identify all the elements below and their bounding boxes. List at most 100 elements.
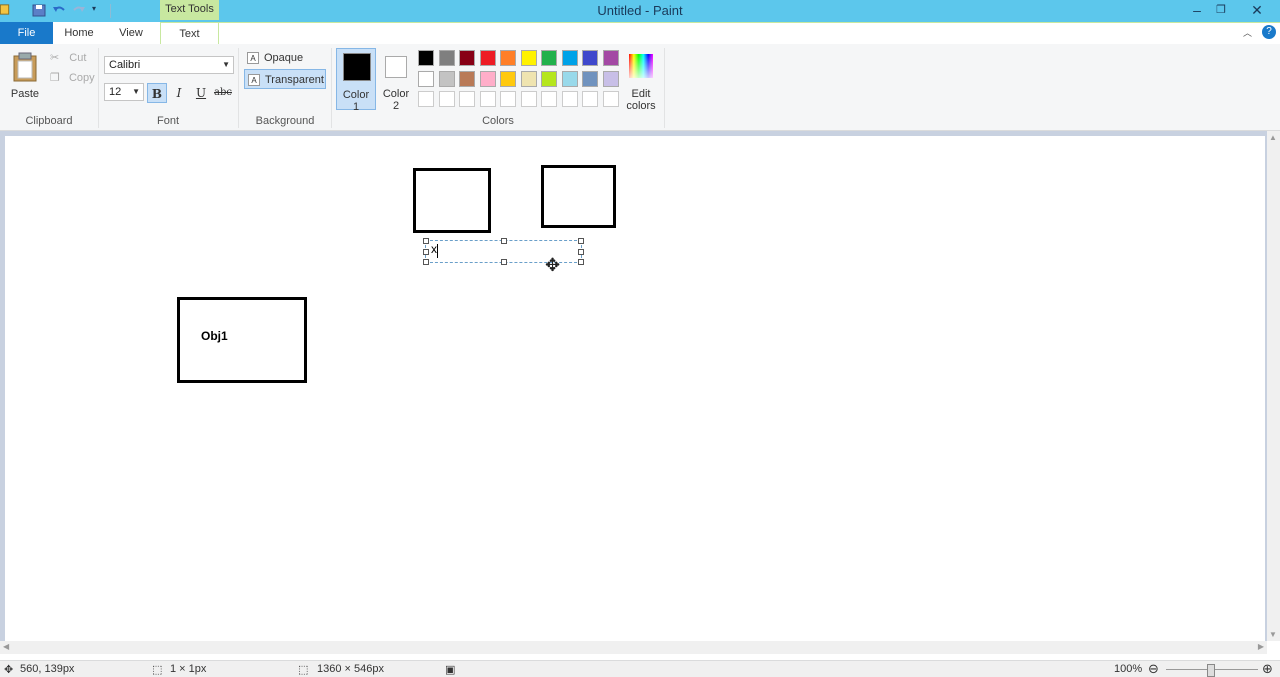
zoom-out-icon[interactable]: ⊖	[1148, 661, 1159, 677]
workspace: Obj1 x ✥	[0, 131, 1270, 641]
transparent-button[interactable]: A Transparent	[244, 69, 326, 89]
resize-handle[interactable]	[501, 238, 507, 244]
tab-home[interactable]: Home	[57, 22, 101, 44]
resize-handle[interactable]	[578, 238, 584, 244]
color1-button[interactable]: Color 1	[336, 48, 376, 113]
palette-swatch[interactable]	[479, 50, 496, 66]
resize-handle[interactable]	[578, 259, 584, 265]
resize-handle[interactable]	[423, 238, 429, 244]
edit-colors-label: Edit	[631, 88, 651, 100]
palette-swatch[interactable]	[541, 50, 557, 66]
colors-group-label: Colors	[482, 115, 514, 127]
close-button[interactable]: ✕	[1240, 0, 1274, 20]
zoom-in-icon[interactable]: ⊕	[1262, 661, 1273, 677]
resize-handle[interactable]	[501, 259, 507, 265]
scroll-left-icon[interactable]: ◀	[3, 642, 9, 651]
vertical-scrollbar[interactable]: ▲ ▼	[1267, 131, 1280, 641]
font-family-select[interactable]: Calibri ▼	[104, 56, 234, 74]
paste-button[interactable]: Paste	[6, 48, 44, 104]
palette-swatch[interactable]	[438, 91, 455, 107]
rectangle-shape	[413, 168, 491, 233]
clipboard-group-label: Clipboard	[25, 115, 73, 127]
clipboard-icon	[13, 52, 37, 82]
tab-view[interactable]: View	[111, 22, 151, 44]
cut-label: Cut	[69, 52, 87, 64]
strikethrough-button[interactable]: abc	[213, 83, 233, 103]
cursor-position: 560, 139px	[20, 663, 75, 675]
title-bar: ▾ Text Tools Untitled - Paint – ❐ ✕	[0, 0, 1280, 22]
palette-swatch[interactable]	[561, 70, 578, 87]
copy-icon: ❐	[50, 72, 60, 84]
tab-text[interactable]: Text	[160, 22, 219, 44]
edit-colors-button[interactable]: Edit colors	[620, 48, 662, 112]
palette-swatch[interactable]	[500, 91, 516, 107]
color-wheel-icon	[629, 54, 653, 78]
resize-handle[interactable]	[578, 249, 584, 255]
scissors-icon: ✂	[50, 52, 60, 64]
group-separator	[238, 48, 239, 128]
color2-button[interactable]: Color 2	[376, 48, 416, 112]
resize-handle[interactable]	[423, 249, 429, 255]
palette-swatch[interactable]	[459, 91, 475, 107]
ribbon-tab-row: File Home View Text ︿ ?	[0, 22, 1280, 45]
ribbon: Paste ✂ Cut ❐ Copy Clipboard Calibri ▼ 1…	[0, 44, 1280, 131]
palette-swatch[interactable]	[561, 50, 578, 66]
palette-swatch[interactable]	[582, 70, 598, 87]
palette-swatch[interactable]	[602, 50, 619, 66]
palette-swatch[interactable]	[418, 50, 434, 66]
italic-button[interactable]: I	[169, 83, 189, 103]
scroll-right-icon[interactable]: ▶	[1258, 642, 1264, 651]
palette-swatch[interactable]	[459, 50, 475, 66]
background-group-label: Background	[255, 115, 315, 127]
palette-swatch[interactable]	[541, 70, 557, 87]
palette-swatch[interactable]	[582, 91, 598, 107]
palette-swatch[interactable]	[438, 70, 455, 87]
palette-swatch[interactable]	[520, 91, 537, 107]
chevron-down-icon: ▼	[222, 60, 230, 69]
palette-swatch[interactable]	[500, 70, 516, 87]
zoom-level: 100%	[1114, 663, 1143, 675]
drawing-canvas[interactable]: Obj1 x ✥	[5, 136, 1265, 641]
image-size: 1360 × 546px	[317, 663, 384, 675]
palette-swatch[interactable]	[582, 50, 598, 66]
underline-button[interactable]: U	[191, 83, 211, 103]
palette-swatch[interactable]	[520, 50, 537, 66]
restore-button[interactable]: ❐	[1204, 0, 1238, 20]
font-size-select[interactable]: 12 ▼	[104, 83, 144, 101]
zoom-slider-thumb[interactable]	[1207, 664, 1215, 677]
font-size-value: 12	[109, 86, 122, 98]
palette-swatch[interactable]	[459, 70, 475, 87]
resize-handle[interactable]	[423, 259, 429, 265]
cut-button[interactable]: ✂ Cut	[50, 49, 86, 67]
palette-swatch[interactable]	[418, 70, 434, 87]
minimize-ribbon-icon[interactable]: ︿	[1243, 26, 1252, 39]
horizontal-scrollbar[interactable]: ◀ ▶	[0, 641, 1267, 654]
status-bar: ✥ 560, 139px ⬚ 1 × 1px ⬚ 1360 × 546px ▣ …	[0, 660, 1280, 677]
palette-swatch[interactable]	[541, 91, 557, 107]
palette-swatch[interactable]	[520, 70, 537, 87]
palette-swatch[interactable]	[500, 50, 516, 66]
color2-swatch	[385, 56, 407, 78]
rectangle-shape	[541, 165, 616, 228]
palette-swatch[interactable]	[438, 50, 455, 66]
palette-swatch[interactable]	[479, 70, 496, 87]
palette-swatch[interactable]	[602, 91, 619, 107]
paste-label: Paste	[10, 88, 40, 100]
scroll-up-icon[interactable]: ▲	[1269, 133, 1277, 142]
tab-file[interactable]: File	[0, 22, 53, 44]
copy-button[interactable]: ❐ Copy	[50, 69, 95, 87]
palette-swatch[interactable]	[479, 91, 496, 107]
opaque-button[interactable]: A Opaque	[244, 48, 326, 68]
disk-icon: ▣	[445, 664, 456, 676]
selection-size-icon: ⬚	[152, 664, 163, 676]
palette-swatch[interactable]	[418, 91, 434, 107]
palette-swatch[interactable]	[561, 91, 578, 107]
help-icon[interactable]: ?	[1262, 25, 1276, 39]
palette-swatch[interactable]	[602, 70, 619, 87]
scroll-down-icon[interactable]: ▼	[1269, 630, 1277, 639]
image-size-icon: ⬚	[298, 664, 309, 676]
group-separator	[664, 48, 665, 128]
move-cursor-icon: ✥	[545, 255, 561, 275]
color2-label: Color	[382, 88, 410, 100]
bold-button[interactable]: B	[147, 83, 167, 103]
